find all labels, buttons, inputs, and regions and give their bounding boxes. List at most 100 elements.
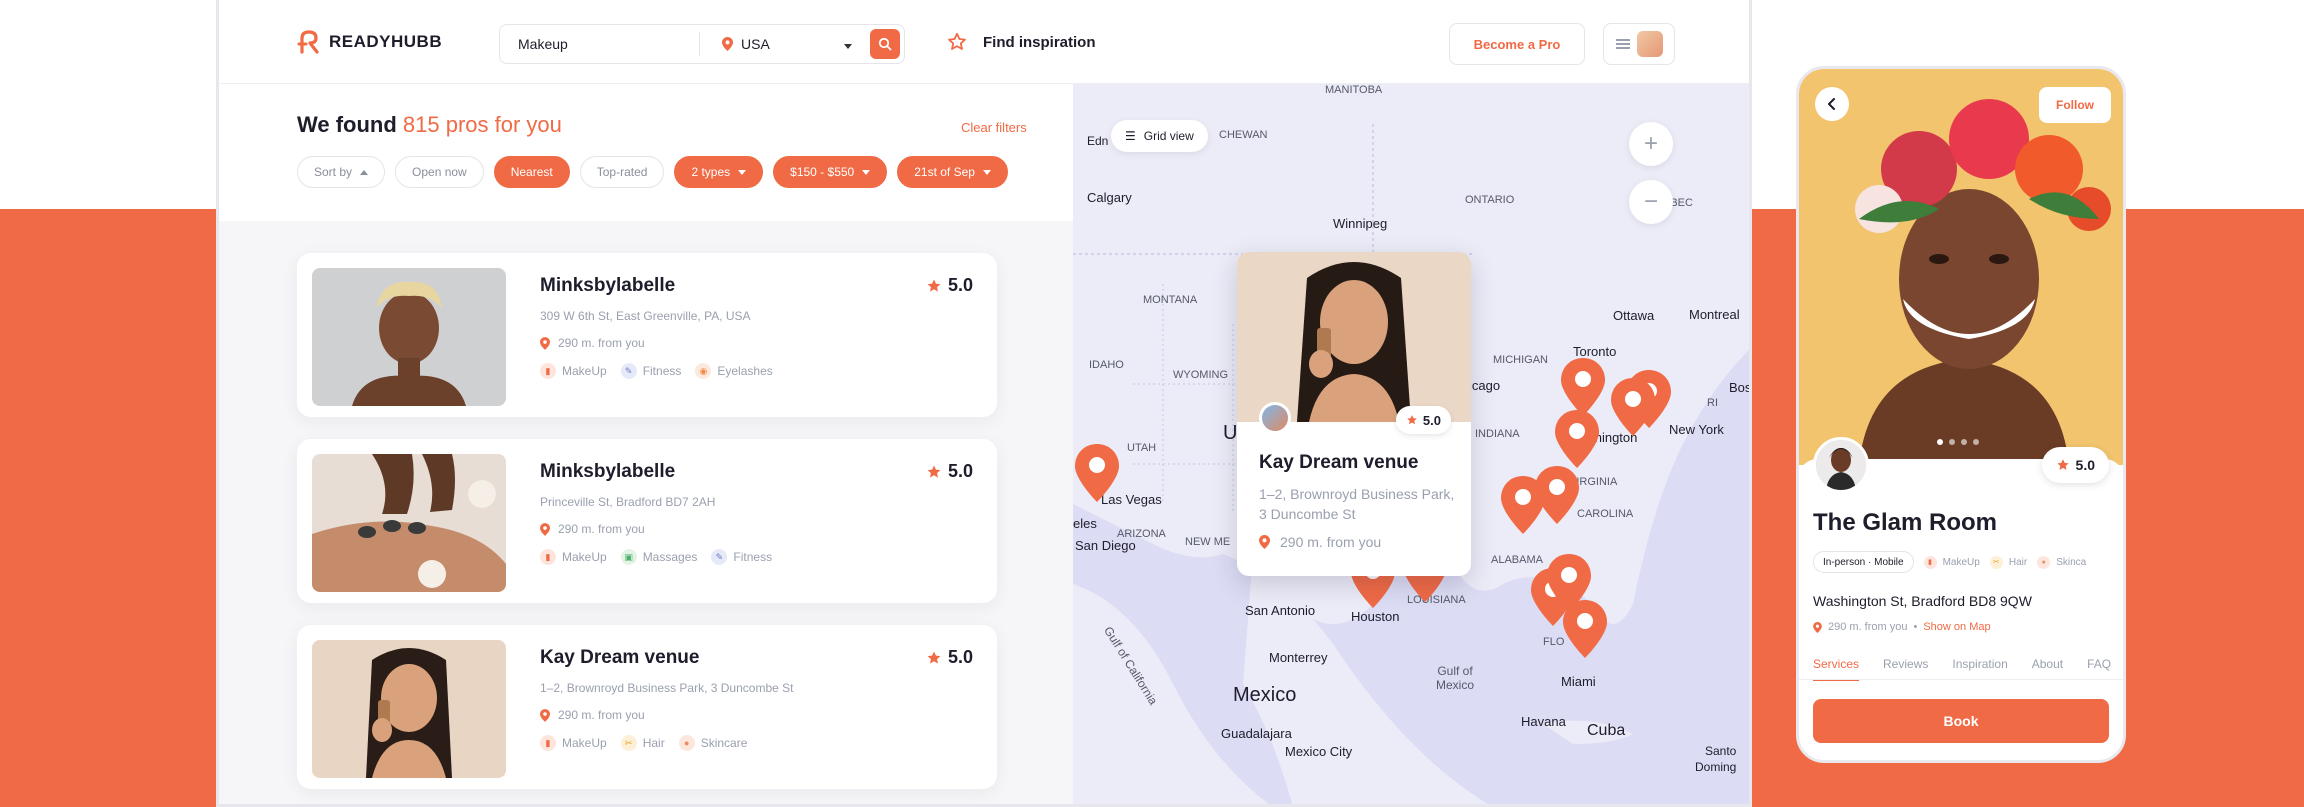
- location-pin-icon: [722, 37, 733, 51]
- clear-filters-link[interactable]: Clear filters: [961, 120, 1027, 135]
- tab-faq[interactable]: FAQ: [2087, 657, 2111, 671]
- search-bar: Makeup USA: [499, 24, 905, 64]
- location-value: USA: [741, 36, 770, 52]
- profile-tabs: Services Reviews Inspiration About FAQ: [1813, 657, 2111, 681]
- search-input[interactable]: Makeup: [500, 32, 700, 56]
- carousel-dot[interactable]: [1961, 439, 1967, 445]
- filter-open-now[interactable]: Open now: [395, 156, 484, 188]
- zoom-in-button[interactable]: +: [1629, 122, 1673, 166]
- eyelashes-icon: ◉: [695, 363, 712, 379]
- mobile-profile-screen: Follow 5.0 The Glam Room In-person · Mob…: [1796, 66, 2126, 763]
- tag-label: MakeUp: [1942, 556, 1980, 568]
- menu-icon: [1615, 39, 1630, 49]
- fitness-icon: ✎: [620, 363, 637, 379]
- filter-sort-by[interactable]: Sort by: [297, 156, 386, 188]
- tag-label: MakeUp: [562, 550, 607, 564]
- star-icon: [927, 650, 941, 664]
- listing-name: Minksbylabelle: [540, 275, 676, 296]
- chevron-down-icon: [738, 169, 747, 175]
- zoom-out-button[interactable]: −: [1629, 180, 1673, 224]
- logo[interactable]: READYHUBB: [297, 30, 442, 54]
- tab-inspiration[interactable]: Inspiration: [1952, 657, 2007, 671]
- listing-address: Princeville St, Bradford BD7 2AH: [540, 495, 716, 509]
- distance-text: 290 m. from you: [1280, 534, 1382, 550]
- find-inspiration-link[interactable]: Find inspiration: [947, 32, 1096, 52]
- carousel-dot[interactable]: [1973, 439, 1979, 445]
- massages-icon: ▣: [620, 549, 637, 565]
- filter-date[interactable]: 21st of Sep: [897, 156, 1008, 188]
- filter-types[interactable]: 2 types: [674, 156, 764, 188]
- search-button[interactable]: [870, 29, 900, 59]
- filter-bar: Sort by Open now Nearest Top-rated 2 typ…: [297, 156, 1008, 188]
- follow-button[interactable]: Follow: [2039, 87, 2111, 123]
- carousel-dot[interactable]: [1949, 439, 1955, 445]
- location-pin-icon: [1813, 621, 1822, 633]
- book-button[interactable]: Book: [1813, 699, 2109, 743]
- logo-icon: [297, 30, 319, 54]
- location-pin-icon: [1259, 535, 1270, 549]
- desktop-window: READYHUBB Makeup USA Find inspiration Be…: [216, 0, 1752, 807]
- grid-view-label: Grid view: [1143, 129, 1194, 143]
- map-marker[interactable]: [1563, 600, 1607, 658]
- listing-photo: [312, 454, 506, 592]
- listing-card[interactable]: Kay Dream venue 1–2, Brownroyd Business …: [297, 625, 997, 789]
- results-count: 815 pros for you: [402, 112, 562, 137]
- location-pin-icon: [540, 708, 550, 722]
- location-select[interactable]: USA: [700, 36, 862, 52]
- filter-nearest[interactable]: Nearest: [493, 156, 570, 188]
- listing-distance: 290 m. from you: [540, 336, 645, 350]
- map-marker[interactable]: [1561, 358, 1605, 416]
- listing-rating: 5.0: [926, 461, 973, 482]
- tag-fitness: ✎ Fitness: [620, 363, 682, 379]
- filter-price[interactable]: $150 - $550: [773, 156, 888, 188]
- profile-distance: 290 m. from you • Show on Map: [1813, 621, 1991, 633]
- hair-icon: ✂: [620, 735, 637, 751]
- tag-label: Skincare: [700, 736, 748, 750]
- tab-services[interactable]: Services: [1813, 657, 1860, 681]
- makeup-icon: ▮: [540, 363, 556, 379]
- carousel-dots[interactable]: [1937, 439, 1979, 445]
- listing-card[interactable]: Minksbylabelle 309 W 6th St, East Greenv…: [297, 253, 997, 417]
- makeup-icon: ▮: [540, 735, 556, 751]
- tag-label: Eyelashes: [717, 364, 773, 378]
- profile-rating: 5.0: [2041, 447, 2109, 483]
- tag-label: MakeUp: [562, 736, 607, 750]
- filter-label: $150 - $550: [790, 165, 855, 179]
- listing-card[interactable]: Minksbylabelle Princeville St, Bradford …: [297, 439, 997, 603]
- listing-photo: [312, 268, 506, 406]
- tag-makeup: ▮ MakeUp: [1923, 555, 1980, 569]
- location-pin-icon: [540, 522, 550, 536]
- grid-view-button[interactable]: ☰ Grid view: [1111, 120, 1208, 152]
- menu-avatar-button[interactable]: [1603, 23, 1675, 65]
- hair-icon: ✂: [1989, 555, 2003, 569]
- popup-name: Kay Dream venue: [1259, 452, 1419, 473]
- carousel-dot[interactable]: [1937, 439, 1943, 445]
- star-icon: [927, 278, 941, 292]
- chevron-down-icon: [844, 44, 852, 49]
- back-button[interactable]: [1815, 87, 1849, 121]
- tag-label: Fitness: [642, 364, 682, 378]
- listing-address: 309 W 6th St, East Greenville, PA, USA: [540, 309, 751, 323]
- show-on-map-link[interactable]: Show on Map: [1923, 621, 1990, 633]
- filter-top-rated[interactable]: Top-rated: [579, 156, 665, 188]
- map-view[interactable]: MANITOBA CHEWAN Edn Calgary ONTARIO EBEC…: [1073, 84, 1749, 804]
- map-marker[interactable]: [1535, 466, 1579, 524]
- map-popup-card[interactable]: 5.0 Kay Dream venue 1–2, Brownroyd Busin…: [1237, 252, 1471, 576]
- divider: [1799, 679, 2123, 680]
- distance-text: 290 m. from you: [558, 336, 645, 350]
- tab-about[interactable]: About: [2032, 657, 2063, 671]
- popup-distance: 290 m. from you: [1259, 534, 1381, 550]
- tag-label: Hair: [2008, 556, 2028, 568]
- tag-hair: ✂ Hair: [1989, 555, 2028, 569]
- list-icon: ☰: [1125, 129, 1136, 143]
- tag-makeup: ▮ MakeUp: [540, 363, 607, 379]
- map-marker[interactable]: [1075, 444, 1119, 502]
- become-pro-button[interactable]: Become a Pro: [1449, 23, 1585, 65]
- map-marker[interactable]: [1555, 410, 1599, 468]
- skincare-icon: ●: [678, 735, 695, 751]
- tab-reviews[interactable]: Reviews: [1883, 657, 1928, 671]
- listing-address: 1–2, Brownroyd Business Park, 3 Duncombe…: [540, 681, 794, 695]
- chevron-left-icon: [1828, 98, 1835, 110]
- rating-value: 5.0: [1422, 412, 1441, 428]
- makeup-icon: ▮: [1923, 555, 1937, 569]
